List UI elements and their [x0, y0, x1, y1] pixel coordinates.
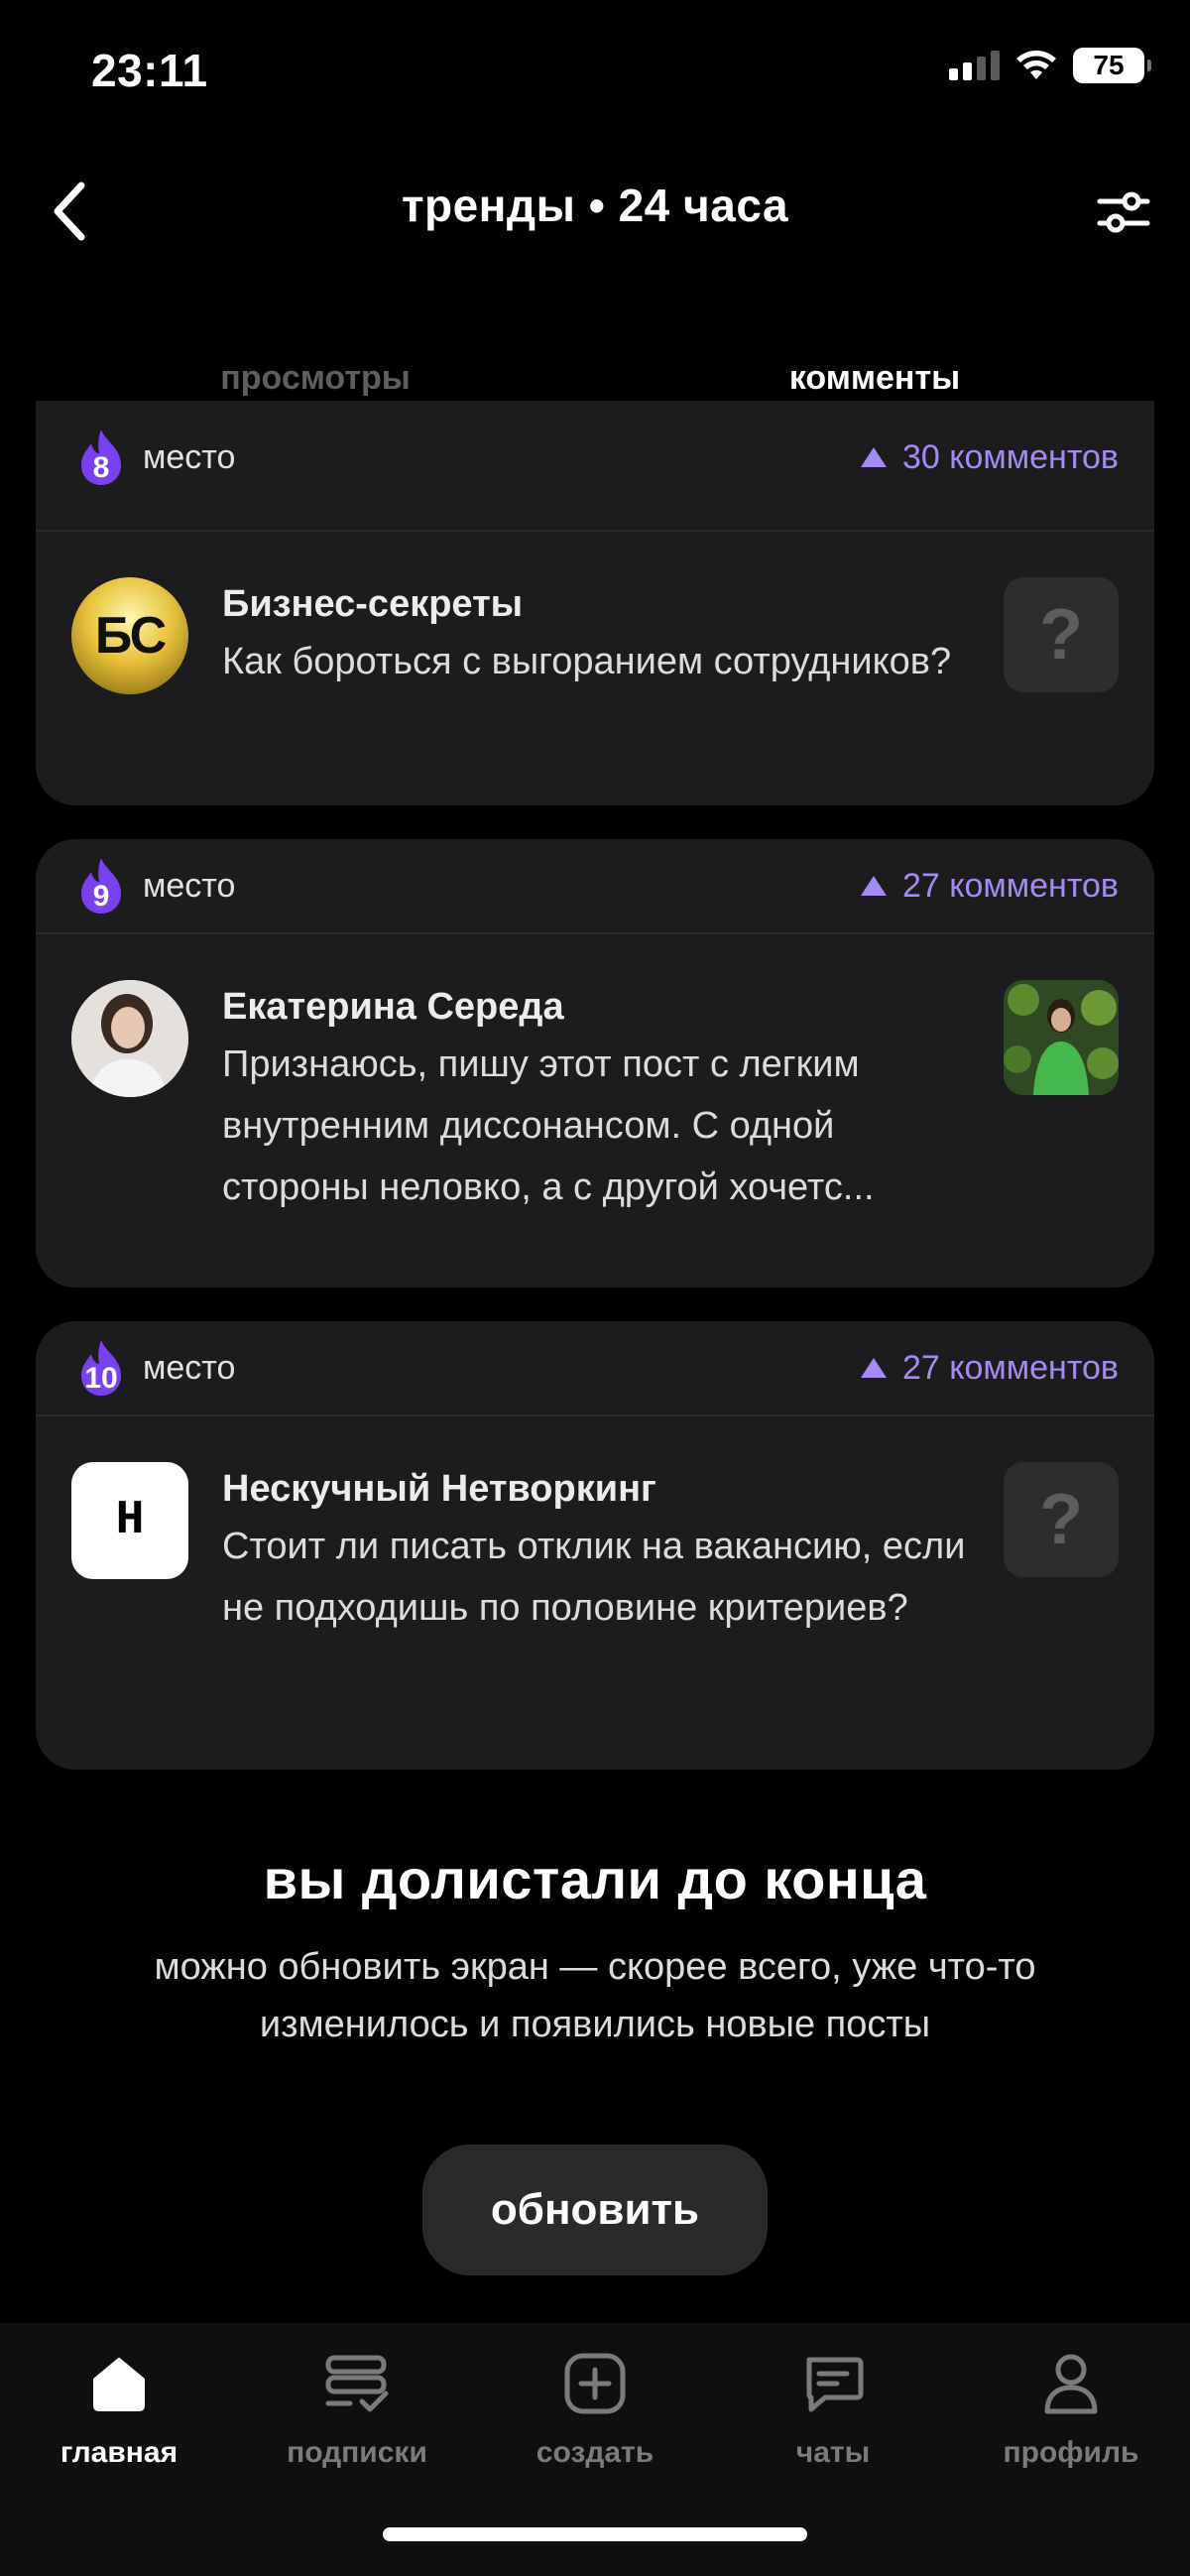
post-content: Бизнес-секреты Как бороться с выгоранием… — [222, 577, 976, 694]
up-arrow-icon — [860, 447, 887, 467]
nav-item-create[interactable]: создать — [476, 2349, 714, 2470]
comments-count: 27 комментов — [860, 1348, 1119, 1388]
post-card[interactable]: 9 место 27 комментов Екатерина Середа Пр… — [36, 839, 1154, 1288]
nav-item-home[interactable]: главная — [0, 2349, 238, 2470]
post-content: Екатерина Середа Признаюсь, пишу этот по… — [222, 980, 976, 1218]
card-header: 8 место 30 комментов — [36, 401, 1154, 532]
nav-label: создать — [536, 2436, 654, 2469]
rank-number: 10 — [84, 1362, 118, 1395]
comments-label: 27 комментов — [901, 866, 1119, 905]
card-body: Екатерина Середа Признаюсь, пишу этот по… — [36, 934, 1154, 1218]
avatar[interactable]: Н — [71, 1462, 188, 1579]
comments-label: 30 комментов — [901, 437, 1119, 476]
question-icon: ? — [1039, 1480, 1083, 1559]
post-card[interactable]: 8 место 30 комментов БС Бизнес-секреты К… — [36, 401, 1154, 805]
author-name[interactable]: Нескучный Нетворкинг — [222, 1462, 976, 1516]
post-text[interactable]: Признаюсь, пишу этот пост с легким внутр… — [222, 1034, 976, 1218]
card-body: Н Нескучный Нетворкинг Стоит ли писать о… — [36, 1416, 1154, 1639]
subscriptions-icon — [322, 2349, 392, 2418]
end-of-feed-text: можно обновить экран — скорее всего, уже… — [154, 1946, 1036, 2045]
comments-count: 30 комментов — [860, 437, 1119, 477]
up-arrow-icon — [860, 876, 887, 896]
rank: 10 место — [71, 1338, 235, 1398]
comments-label: 27 комментов — [901, 1348, 1119, 1387]
comments-count: 27 комментов — [860, 866, 1119, 906]
rank-label: место — [143, 1348, 236, 1387]
post-thumbnail[interactable] — [1004, 980, 1119, 1095]
status-icons: 75 — [949, 48, 1151, 83]
rank: 9 место — [71, 856, 235, 916]
post-content: Нескучный Нетворкинг Стоит ли писать отк… — [222, 1462, 976, 1639]
avatar[interactable] — [71, 980, 188, 1097]
refresh-button[interactable]: обновить — [422, 2145, 768, 2275]
nav-label: главная — [60, 2436, 178, 2469]
post-thumbnail[interactable]: ? — [1004, 577, 1119, 692]
card-body: БС Бизнес-секреты Как бороться с выгоран… — [36, 532, 1154, 694]
nav-label: профиль — [1003, 2436, 1139, 2469]
rank-number: 8 — [92, 451, 110, 484]
filter-button[interactable] — [1091, 184, 1156, 240]
flame-icon: 9 — [71, 856, 131, 916]
rank-number: 9 — [92, 880, 110, 913]
nav-item-chats[interactable]: чаты — [714, 2349, 952, 2470]
home-icon — [84, 2349, 154, 2418]
question-icon: ? — [1039, 595, 1083, 675]
nav-item-subscriptions[interactable]: подписки — [238, 2349, 476, 2470]
flame-icon: 8 — [71, 428, 131, 487]
rank-label: место — [143, 437, 236, 476]
post-text[interactable]: Стоит ли писать отклик на вакансию, если… — [222, 1516, 976, 1639]
avatar-initials: БС — [94, 607, 167, 665]
rank-label: место — [143, 866, 236, 905]
nav-label: подписки — [287, 2436, 427, 2469]
signal-icon — [949, 51, 1000, 80]
nav-item-profile[interactable]: профиль — [952, 2349, 1190, 2470]
wifi-icon — [1016, 51, 1056, 79]
create-icon — [560, 2349, 630, 2418]
home-indicator[interactable] — [383, 2527, 807, 2541]
chat-icon — [798, 2349, 868, 2418]
post-thumbnail[interactable]: ? — [1004, 1462, 1119, 1577]
post-text[interactable]: Как бороться с выгоранием сотрудников? — [222, 631, 976, 692]
author-name[interactable]: Екатерина Середа — [222, 980, 976, 1034]
author-name[interactable]: Бизнес-секреты — [222, 577, 976, 631]
status-time: 23:11 — [91, 45, 208, 96]
avatar-initials: Н — [115, 1494, 145, 1547]
rank: 8 место — [71, 429, 235, 487]
battery-icon: 75 — [1073, 48, 1151, 83]
page-title: тренды • 24 часа — [401, 180, 789, 231]
flame-icon: 10 — [71, 1338, 131, 1398]
avatar[interactable]: БС — [71, 577, 188, 694]
nav-label: чаты — [795, 2436, 871, 2469]
sliders-icon — [1097, 191, 1150, 233]
card-header: 10 место 27 комментов — [36, 1321, 1154, 1416]
card-header: 9 место 27 комментов — [36, 839, 1154, 934]
profile-icon — [1036, 2349, 1106, 2418]
post-card[interactable]: 10 место 27 комментов Н Нескучный Нетвор… — [36, 1321, 1154, 1770]
end-of-feed-title: вы долистали до конца — [263, 1848, 927, 1910]
up-arrow-icon — [860, 1358, 887, 1378]
